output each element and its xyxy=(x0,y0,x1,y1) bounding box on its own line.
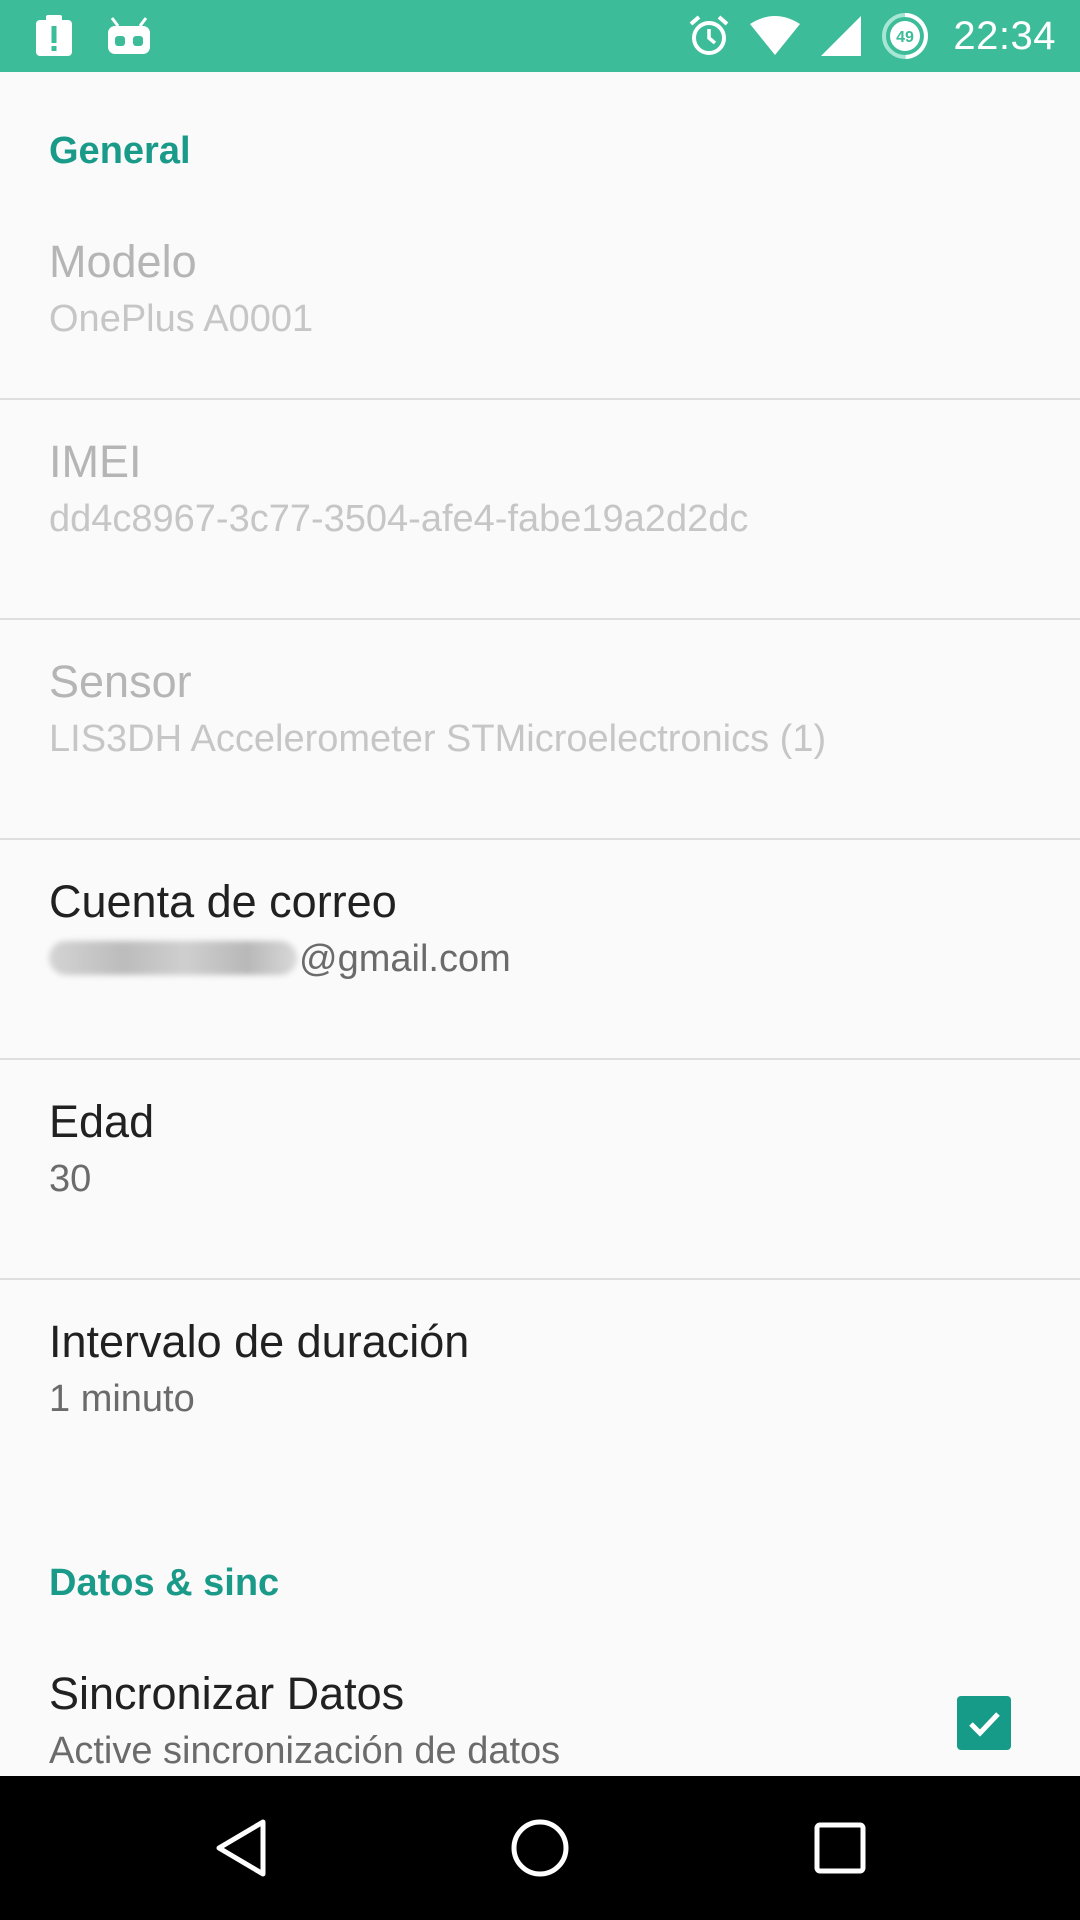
alarm-icon xyxy=(687,14,731,58)
notification-alert-icon xyxy=(34,14,74,58)
cell-signal-icon xyxy=(819,14,863,58)
navigation-bar xyxy=(0,1776,1080,1920)
recents-button[interactable] xyxy=(800,1808,880,1888)
pref-cuenta-title: Cuenta de correo xyxy=(49,876,397,927)
pref-modelo-summary: OnePlus A0001 xyxy=(49,298,314,340)
wifi-icon xyxy=(749,16,801,56)
email-domain: @gmail.com xyxy=(299,938,511,980)
svg-text:49: 49 xyxy=(896,29,914,46)
android-debug-icon xyxy=(106,16,152,56)
pref-sensor-summary: LIS3DH Accelerometer STMicroelectronics … xyxy=(49,718,827,760)
pref-edad-summary: 30 xyxy=(49,1158,92,1200)
sync-checkbox[interactable] xyxy=(957,1696,1011,1750)
back-icon xyxy=(216,1819,266,1877)
pref-cuenta-summary: @gmail.com xyxy=(49,938,511,981)
settings-list[interactable]: General Modelo OnePlus A0001 IMEI dd4c89… xyxy=(0,72,1080,1776)
status-clock: 22:34 xyxy=(953,13,1056,58)
pref-sensor: Sensor LIS3DH Accelerometer STMicroelect… xyxy=(0,620,1080,840)
home-icon xyxy=(511,1819,569,1877)
home-button[interactable] xyxy=(500,1808,580,1888)
pref-modelo: Modelo OnePlus A0001 xyxy=(0,220,1080,400)
pref-imei-title: IMEI xyxy=(49,436,142,487)
battery-icon: 49 xyxy=(881,12,929,60)
pref-sincronizar-summary: Active sincronización de datos xyxy=(49,1730,561,1772)
pref-imei-summary: dd4c8967-3c77-3504-afe4-fabe19a2d2dc xyxy=(49,498,749,540)
pref-edad[interactable]: Edad 30 xyxy=(0,1060,1080,1280)
pref-edad-title: Edad xyxy=(49,1096,155,1147)
pref-modelo-title: Modelo xyxy=(49,236,197,287)
back-button[interactable] xyxy=(201,1808,281,1888)
pref-cuenta-de-correo[interactable]: Cuenta de correo @gmail.com xyxy=(0,840,1080,1060)
pref-sincronizar-title: Sincronizar Datos xyxy=(49,1668,405,1719)
pref-intervalo-summary: 1 minuto xyxy=(49,1378,195,1420)
pref-intervalo-de-duracion[interactable]: Intervalo de duración 1 minuto xyxy=(0,1280,1080,1500)
pref-sensor-title: Sensor xyxy=(49,656,192,707)
status-bar: 49 22:34 xyxy=(0,0,1080,72)
pref-intervalo-title: Intervalo de duración xyxy=(49,1316,470,1367)
recents-icon xyxy=(814,1822,866,1874)
check-icon xyxy=(969,1712,1000,1737)
section-header-sync: Datos & sinc xyxy=(49,1562,280,1604)
pref-imei: IMEI dd4c8967-3c77-3504-afe4-fabe19a2d2d… xyxy=(0,400,1080,620)
pref-sincronizar-datos[interactable]: Sincronizar Datos Active sincronización … xyxy=(0,1646,1080,1776)
redacted-email-user xyxy=(49,941,297,975)
section-header-general: General xyxy=(49,130,191,172)
